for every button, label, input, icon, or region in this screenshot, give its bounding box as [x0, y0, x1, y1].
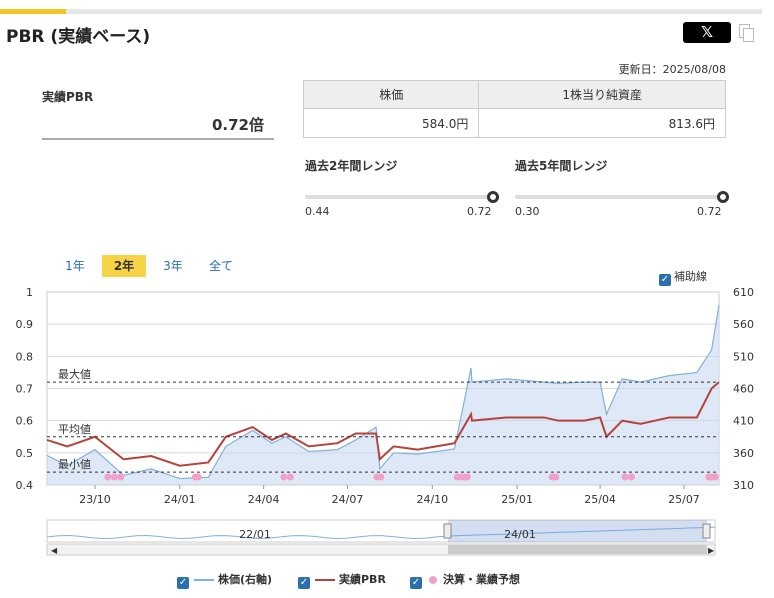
navigator-handle-left	[443, 523, 452, 539]
reference-label: 平均値	[58, 423, 91, 436]
x-tick-label: 24/07	[332, 493, 364, 506]
pbr-value: 0.72倍	[211, 116, 264, 134]
legend-pbr[interactable]: ✓ 実績PBR	[298, 571, 386, 589]
range-2y-min: 0.44	[305, 205, 330, 218]
range-5y-label: 過去5年間レンジ	[515, 159, 608, 173]
right-tick-label: 360	[733, 447, 754, 460]
left-tick-label: 0.7	[16, 383, 34, 396]
navigator-label: 22/01	[239, 528, 271, 541]
x-tick-label: 24/10	[416, 493, 448, 506]
page-title: PBR (実績ベース)	[6, 27, 151, 47]
event-marker	[377, 473, 385, 481]
navigator-label: 24/01	[504, 528, 536, 541]
left-tick-label: 0.5	[16, 447, 34, 460]
legend-events-checkbox-icon[interactable]: ✓	[410, 577, 422, 589]
tab-2y[interactable]: 2年	[102, 255, 146, 277]
range-5y-track	[515, 195, 725, 199]
right-tick-label: 510	[733, 350, 754, 363]
right-tick-label: 410	[733, 415, 754, 428]
event-marker	[286, 473, 294, 481]
navigator-selection	[448, 520, 707, 542]
scroll-left-arrow: ◀	[51, 546, 58, 555]
x-tick-label: 25/07	[668, 493, 700, 506]
reference-label: 最小値	[58, 458, 91, 471]
navigator-handle-right	[702, 523, 711, 539]
event-marker	[280, 473, 288, 481]
bps-header: 1株当り純資産	[478, 80, 726, 109]
event-marker	[621, 473, 629, 481]
right-tick-label: 310	[733, 479, 754, 492]
legend-price-checkbox-icon[interactable]: ✓	[177, 577, 189, 589]
updated-date: 更新日：2025/08/08	[618, 63, 726, 76]
event-marker	[552, 473, 560, 481]
x-tick-label: 24/04	[248, 493, 280, 506]
pbr-label: 実績PBR	[42, 90, 94, 104]
event-marker	[463, 473, 471, 481]
pbr-underline	[42, 138, 274, 140]
price-bps-table: 株価 1株当り純資産 584.0円 813.6円	[302, 80, 726, 138]
event-marker	[117, 473, 125, 481]
range-5y-min: 0.30	[515, 205, 540, 218]
x-tick-label: 23/10	[79, 493, 111, 506]
bps-value: 813.6円	[478, 108, 726, 138]
right-tick-label: 610	[733, 286, 754, 299]
copy-icon[interactable]	[739, 24, 754, 42]
tab-3y[interactable]: 3年	[158, 255, 188, 277]
x-tick-label: 25/04	[584, 493, 616, 506]
right-tick-label: 460	[733, 383, 754, 396]
range-2y-label: 過去2年間レンジ	[305, 159, 398, 173]
left-tick-label: 0.6	[16, 415, 34, 428]
x-tick-label: 24/01	[164, 493, 196, 506]
top-accent-bar	[0, 9, 762, 14]
legend-price-label: 株価(右軸)	[218, 573, 273, 586]
tab-all[interactable]: 全て	[204, 255, 238, 277]
left-tick-label: 0.9	[16, 318, 34, 331]
stock-price-header: 株価	[302, 80, 480, 109]
event-marker	[104, 473, 112, 481]
range-2y-knob	[487, 191, 499, 203]
reference-label: 最大値	[58, 367, 91, 381]
event-marker	[110, 473, 118, 481]
left-tick-label: 1	[26, 286, 33, 299]
left-tick-label: 0.4	[16, 479, 34, 492]
legend-pbr-checkbox-icon[interactable]: ✓	[298, 577, 310, 589]
legend-events-label: 決算・業績予想	[443, 573, 520, 586]
right-tick-label: 560	[733, 318, 754, 331]
legend-price[interactable]: ✓ 株価(右軸)	[177, 571, 272, 589]
scrollbar-thumb	[448, 545, 707, 554]
legend-pbr-label: 実績PBR	[339, 573, 386, 586]
range-2y-track	[305, 195, 495, 199]
range-5y-max: 0.72	[697, 205, 722, 218]
accent-segment	[0, 9, 66, 14]
range-2y-max: 0.72	[467, 205, 492, 218]
pbr-chart: 1 0.9 0.8 0.7 0.6 0.5 0.4 610 560 510 460 410 360 310…	[16, 286, 754, 556]
share-x-button[interactable]: 𝕏	[683, 22, 731, 43]
scroll-right-arrow: ▶	[708, 546, 715, 555]
event-marker	[627, 473, 635, 481]
price-area	[47, 304, 719, 485]
event-marker	[194, 473, 202, 481]
stock-price-value: 584.0円	[302, 108, 480, 138]
tab-1y[interactable]: 1年	[60, 255, 90, 277]
left-tick-label: 0.8	[16, 350, 34, 363]
event-marker	[711, 473, 719, 481]
x-tick-label: 25/01	[501, 493, 533, 506]
legend-events[interactable]: ✓ 決算・業績予想	[410, 571, 520, 589]
range-5y-knob	[717, 191, 729, 203]
